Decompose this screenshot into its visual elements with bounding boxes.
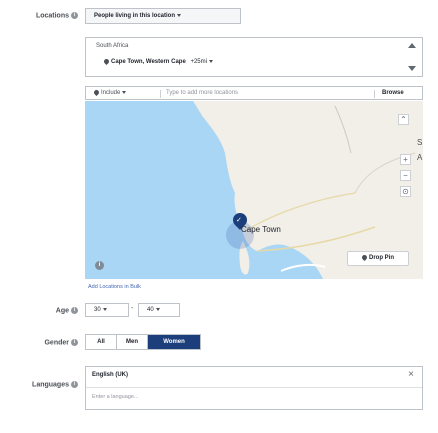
selected-locations-box: South Africa Cape Town, Western Cape +25… xyxy=(85,37,423,77)
divider xyxy=(160,90,161,98)
age-min-select[interactable]: 30 xyxy=(85,303,129,317)
scroll-down-icon[interactable] xyxy=(408,66,416,71)
language-tag: English (UK) xyxy=(92,372,128,378)
check-icon: ✓ xyxy=(236,217,242,224)
chevron-down-icon xyxy=(102,307,107,311)
location-search-row: Include Type to add more locations Brows… xyxy=(85,86,423,100)
chevron-down-icon xyxy=(208,60,213,63)
gender-label: Gender i xyxy=(20,339,78,346)
scroll-up-icon[interactable] xyxy=(408,43,416,48)
location-pin-icon xyxy=(92,88,101,97)
include-dropdown[interactable]: Include xyxy=(92,88,127,97)
map-info-icon[interactable]: i xyxy=(95,261,104,270)
age-label: Age i xyxy=(20,307,78,314)
info-icon[interactable]: i xyxy=(71,339,78,346)
language-input[interactable]: Enter a language... xyxy=(92,394,138,400)
collapse-map-icon[interactable]: ⌃ xyxy=(398,114,409,125)
add-locations-bulk-link[interactable]: Add Locations in Bulk xyxy=(88,284,141,290)
age-max-select[interactable]: 40 xyxy=(138,303,180,317)
chevron-down-icon xyxy=(122,91,127,94)
browse-button[interactable]: Browse xyxy=(382,90,404,96)
gender-women-button[interactable]: Women xyxy=(148,335,200,349)
locations-label: Locations i xyxy=(20,12,78,19)
radius-selector[interactable]: +25mi xyxy=(190,59,207,65)
chevron-down-icon xyxy=(155,307,160,311)
close-icon[interactable]: × xyxy=(408,369,414,380)
location-type-label: People living in this location xyxy=(94,13,176,19)
gender-men-button[interactable]: Men xyxy=(117,335,148,349)
gender-all-button[interactable]: All xyxy=(86,335,117,349)
info-icon[interactable]: i xyxy=(71,307,78,314)
chevron-down-icon xyxy=(177,13,182,17)
languages-label: Languages i xyxy=(10,381,78,388)
location-item[interactable]: Cape Town, Western Cape +25mi xyxy=(102,57,213,66)
divider xyxy=(374,90,375,98)
map-edge-label: S xyxy=(417,138,423,147)
info-icon[interactable]: i xyxy=(71,12,78,19)
city-map-label: Cape Town xyxy=(241,225,281,234)
info-icon[interactable]: i xyxy=(71,381,78,388)
map[interactable]: ✓ Cape Town S A ⌃ + − ⊙ i Drop Pin xyxy=(85,101,423,279)
divider xyxy=(86,387,422,388)
zoom-out-button[interactable]: − xyxy=(400,170,411,181)
location-type-dropdown[interactable]: People living in this location xyxy=(85,8,241,24)
languages-box: English (UK) × Enter a language... xyxy=(85,366,423,410)
locate-icon[interactable]: ⊙ xyxy=(400,186,411,197)
gender-toggle: All Men Women xyxy=(85,334,201,350)
age-separator: - xyxy=(131,305,134,312)
drop-pin-button[interactable]: Drop Pin xyxy=(347,251,409,266)
country-label: South Africa xyxy=(96,43,129,49)
zoom-in-button[interactable]: + xyxy=(400,154,411,165)
map-edge-label: A xyxy=(417,153,423,162)
location-search-input[interactable]: Type to add more locations xyxy=(166,90,238,96)
location-pin-icon xyxy=(360,253,369,261)
location-pin-icon xyxy=(102,57,111,66)
